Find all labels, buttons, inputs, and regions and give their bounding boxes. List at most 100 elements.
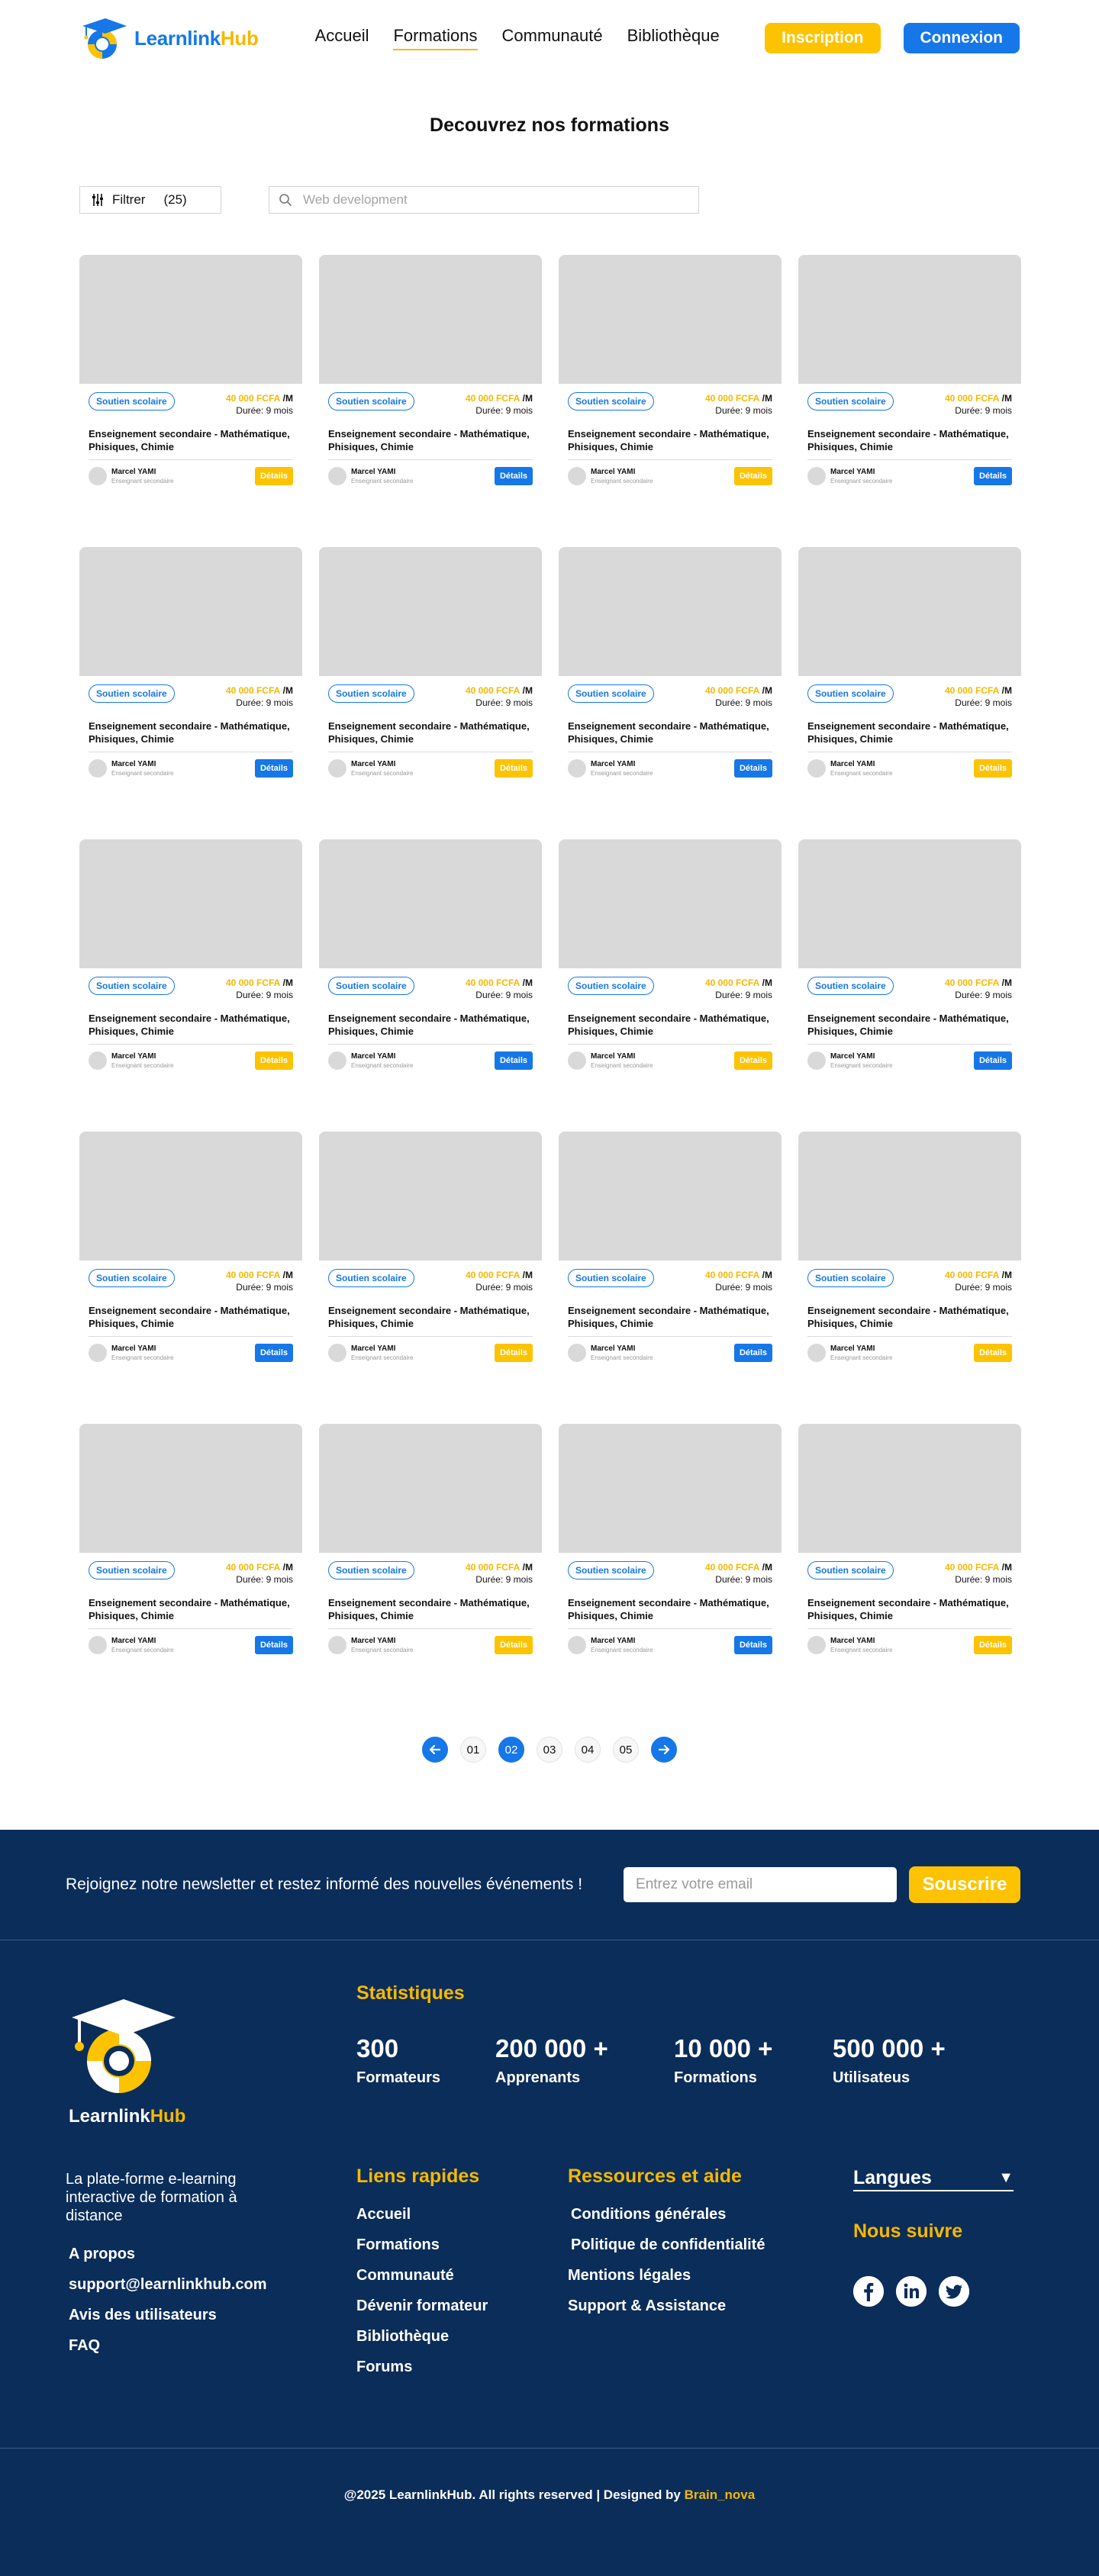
course-title[interactable]: Enseignement secondaire - Mathématique, … [328,1596,533,1622]
course-card[interactable]: Soutien scolaire 40 000 FCFA /M Durée: 9 m… [559,1424,782,1716]
signup-button[interactable]: Inscription [765,23,881,53]
course-card[interactable]: Soutien scolaire 40 000 FCFA /M Durée: 9 m… [319,1132,542,1424]
course-title[interactable]: Enseignement secondaire - Mathématique, … [568,427,772,453]
footer-link-avis[interactable]: Avis des utilisateurs [69,2307,267,2324]
details-button[interactable]: Détails [974,759,1012,778]
newsletter-subscribe-button[interactable]: Souscrire [909,1866,1021,1903]
newsletter-email-input[interactable] [624,1867,898,1902]
details-button[interactable]: Détails [974,1636,1012,1654]
course-title[interactable]: Enseignement secondaire - Mathématique, … [568,720,772,745]
course-card[interactable]: Soutien scolaire 40 000 FCFA /M Durée: 9 m… [79,255,302,547]
course-card[interactable]: Soutien scolaire 40 000 FCFA /M Durée: 9 m… [319,1424,542,1716]
course-card[interactable]: Soutien scolaire 40 000 FCFA /M Durée: 9 m… [559,255,782,547]
course-title[interactable]: Enseignement secondaire - Mathématique, … [328,427,533,453]
details-button[interactable]: Détails [734,1051,772,1070]
footer-link-confidentialite[interactable]: Politique de confidentialité [568,2236,765,2254]
page-button-01[interactable]: 01 [460,1737,486,1763]
search-input[interactable] [303,192,689,208]
course-title[interactable]: Enseignement secondaire - Mathématique, … [328,1304,533,1330]
nav-item-bibliotheque[interactable]: Bibliothèque [627,26,720,50]
course-card[interactable]: Soutien scolaire 40 000 FCFA /M Durée: 9 m… [79,839,302,1132]
footer-link-conditions[interactable]: Conditions générales [568,2206,765,2223]
course-title[interactable]: Enseignement secondaire - Mathématique, … [328,720,533,745]
details-button[interactable]: Détails [255,1344,293,1362]
course-title[interactable]: Enseignement secondaire - Mathématique, … [89,1596,293,1622]
footer-link-a-propos[interactable]: A propos [69,2246,267,2263]
course-title[interactable]: Enseignement secondaire - Mathématique, … [807,720,1012,745]
page-button-04[interactable]: 04 [575,1737,601,1763]
course-card[interactable]: Soutien scolaire 40 000 FCFA /M Durée: 9 m… [798,547,1021,839]
language-select[interactable]: Langues ▼ [853,2165,1014,2191]
footer-link-support-email[interactable]: support@learnlinkhub.com [69,2276,267,2294]
details-button[interactable]: Détails [495,1051,533,1070]
instructor-info: Marcel YAMI Enseignant secondaire [111,1052,173,1070]
nav-item-formations[interactable]: Formations [393,26,478,50]
course-title[interactable]: Enseignement secondaire - Mathématique, … [568,1596,772,1622]
course-card[interactable]: Soutien scolaire 40 000 FCFA /M Durée: 9 m… [798,1132,1021,1424]
course-title[interactable]: Enseignement secondaire - Mathématique, … [807,1304,1012,1330]
designer-link[interactable]: Brain_nova [685,2487,756,2502]
nav-item-accueil[interactable]: Accueil [315,26,369,50]
details-button[interactable]: Détails [495,1344,533,1362]
footer-link-support[interactable]: Support & Assistance [568,2297,765,2315]
nav-item-communaute[interactable]: Communauté [502,26,603,50]
details-button[interactable]: Détails [734,467,772,485]
footer-link-mentions[interactable]: Mentions légales [568,2267,765,2285]
page-button-03[interactable]: 03 [537,1737,562,1763]
filter-button[interactable]: Filtrer (25) [79,186,221,214]
course-title[interactable]: Enseignement secondaire - Mathématique, … [89,427,293,453]
course-card[interactable]: Soutien scolaire 40 000 FCFA /M Durée: 9 m… [79,547,302,839]
details-button[interactable]: Détails [255,467,293,485]
course-card[interactable]: Soutien scolaire 40 000 FCFA /M Durée: 9 m… [559,839,782,1132]
login-button[interactable]: Connexion [903,23,1020,53]
details-button[interactable]: Détails [255,1051,293,1070]
page-button-05[interactable]: 05 [613,1737,639,1763]
details-button[interactable]: Détails [255,1636,293,1654]
details-button[interactable]: Détails [255,759,293,778]
linkedin-link[interactable] [896,2276,927,2307]
twitter-link[interactable] [939,2276,969,2307]
details-button[interactable]: Détails [734,1636,772,1654]
course-card[interactable]: Soutien scolaire 40 000 FCFA /M Durée: 9 m… [319,255,542,547]
page-button-02[interactable]: 02 [498,1737,524,1763]
details-button[interactable]: Détails [495,1636,533,1654]
details-button[interactable]: Détails [734,1344,772,1362]
course-card[interactable]: Soutien scolaire 40 000 FCFA /M Durée: 9 m… [798,255,1021,547]
details-button[interactable]: Détails [734,759,772,778]
course-card[interactable]: Soutien scolaire 40 000 FCFA /M Durée: 9 m… [559,547,782,839]
course-title[interactable]: Enseignement secondaire - Mathématique, … [807,1012,1012,1038]
details-button[interactable]: Détails [974,467,1012,485]
details-button[interactable]: Détails [495,759,533,778]
brand-logo[interactable]: LearnlinkHub [79,14,259,63]
course-meta-row: Soutien scolaire 40 000 FCFA /M Durée: 9 m… [807,1269,1012,1293]
course-card[interactable]: Soutien scolaire 40 000 FCFA /M Durée: 9 m… [798,839,1021,1132]
next-page-button[interactable] [651,1737,677,1763]
course-title[interactable]: Enseignement secondaire - Mathématique, … [89,1012,293,1038]
course-title[interactable]: Enseignement secondaire - Mathématique, … [328,1012,533,1038]
course-title[interactable]: Enseignement secondaire - Mathématique, … [807,1596,1012,1622]
details-button[interactable]: Détails [974,1051,1012,1070]
course-title[interactable]: Enseignement secondaire - Mathématique, … [89,720,293,745]
footer-link-devenir-formateur[interactable]: Dévenir formateur [356,2297,488,2315]
course-card[interactable]: Soutien scolaire 40 000 FCFA /M Durée: 9 m… [798,1424,1021,1716]
course-card[interactable]: Soutien scolaire 40 000 FCFA /M Durée: 9 m… [79,1424,302,1716]
course-card[interactable]: Soutien scolaire 40 000 FCFA /M Durée: 9 m… [319,839,542,1132]
details-button[interactable]: Détails [495,467,533,485]
course-card[interactable]: Soutien scolaire 40 000 FCFA /M Durée: 9 m… [319,547,542,839]
course-card[interactable]: Soutien scolaire 40 000 FCFA /M Durée: 9 m… [79,1132,302,1424]
prev-page-button[interactable] [422,1737,448,1763]
details-button[interactable]: Détails [974,1344,1012,1362]
facebook-link[interactable] [853,2276,884,2307]
footer-link-forums[interactable]: Forums [356,2359,488,2376]
footer-logo[interactable]: LearnlinkHub [66,1988,188,2127]
course-title[interactable]: Enseignement secondaire - Mathématique, … [807,427,1012,453]
footer-link-bibliotheque[interactable]: Bibliothèque [356,2328,488,2346]
footer-link-formations[interactable]: Formations [356,2236,488,2254]
course-title[interactable]: Enseignement secondaire - Mathématique, … [568,1012,772,1038]
course-card[interactable]: Soutien scolaire 40 000 FCFA /M Durée: 9 m… [559,1132,782,1424]
footer-link-faq[interactable]: FAQ [69,2337,267,2355]
course-title[interactable]: Enseignement secondaire - Mathématique, … [89,1304,293,1330]
course-title[interactable]: Enseignement secondaire - Mathématique, … [568,1304,772,1330]
footer-link-accueil[interactable]: Accueil [356,2206,488,2223]
footer-link-communaute[interactable]: Communauté [356,2267,488,2285]
